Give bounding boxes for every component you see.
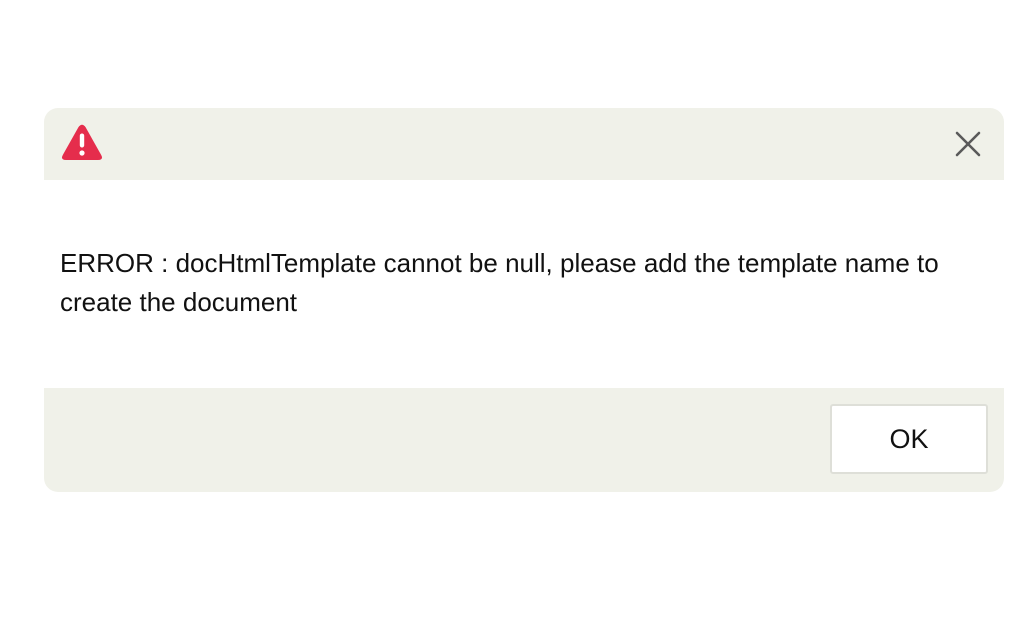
error-message: ERROR : docHtmlTemplate cannot be null, … <box>60 248 939 317</box>
warning-triangle-shape <box>61 124 103 160</box>
dialog-header <box>44 108 1004 180</box>
warning-triangle-icon <box>61 124 103 162</box>
close-icon[interactable] <box>955 131 981 157</box>
error-dialog: ERROR : docHtmlTemplate cannot be null, … <box>44 108 1004 492</box>
close-button[interactable] <box>950 126 986 162</box>
dialog-body: ERROR : docHtmlTemplate cannot be null, … <box>60 246 990 324</box>
dialog-footer: OK <box>44 388 1004 492</box>
ok-button[interactable]: OK <box>830 404 988 474</box>
